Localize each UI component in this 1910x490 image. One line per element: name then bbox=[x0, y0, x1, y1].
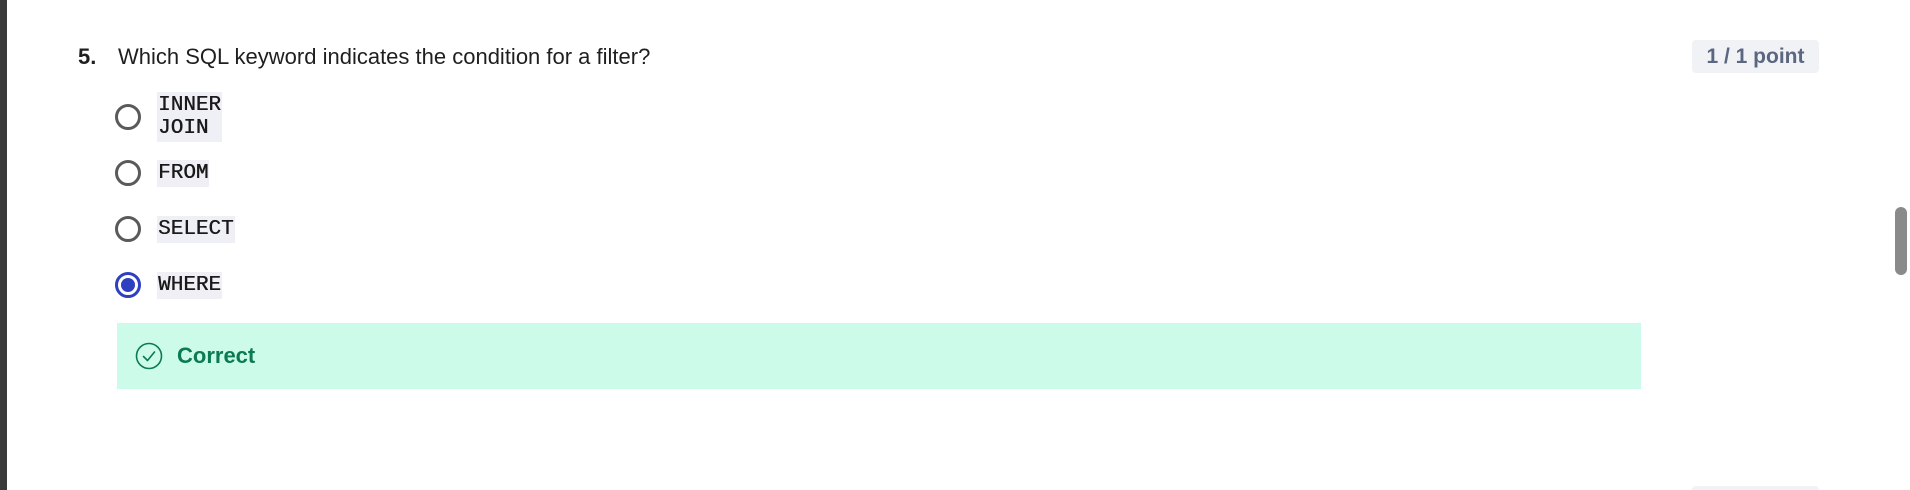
radio-button-selected[interactable] bbox=[115, 272, 141, 298]
next-points-badge bbox=[1692, 486, 1819, 490]
option-where[interactable]: WHERE bbox=[115, 268, 223, 302]
scrollbar-thumb[interactable] bbox=[1895, 207, 1907, 275]
option-inner-join[interactable]: INNER JOIN bbox=[115, 92, 223, 142]
option-from[interactable]: FROM bbox=[115, 156, 210, 190]
question-header: 5. Which SQL keyword indicates the condi… bbox=[78, 40, 650, 74]
left-edge-bar bbox=[0, 0, 7, 490]
question-text: Which SQL keyword indicates the conditio… bbox=[118, 44, 651, 69]
feedback-status: Correct bbox=[177, 343, 256, 368]
feedback-banner: Correct bbox=[117, 323, 1641, 389]
option-label: WHERE bbox=[157, 271, 223, 299]
option-label: INNER JOIN bbox=[157, 92, 223, 142]
option-label: SELECT bbox=[157, 215, 235, 243]
check-circle-icon bbox=[135, 342, 163, 370]
radio-button[interactable] bbox=[115, 216, 141, 242]
radio-button[interactable] bbox=[115, 160, 141, 186]
question-number: 5. bbox=[78, 44, 97, 69]
radio-button[interactable] bbox=[115, 104, 141, 130]
option-select[interactable]: SELECT bbox=[115, 212, 235, 246]
radio-dot bbox=[121, 278, 135, 292]
quiz-page: 5. Which SQL keyword indicates the condi… bbox=[0, 0, 1910, 490]
points-badge: 1 / 1 point bbox=[1692, 40, 1819, 73]
option-label: FROM bbox=[157, 159, 210, 187]
